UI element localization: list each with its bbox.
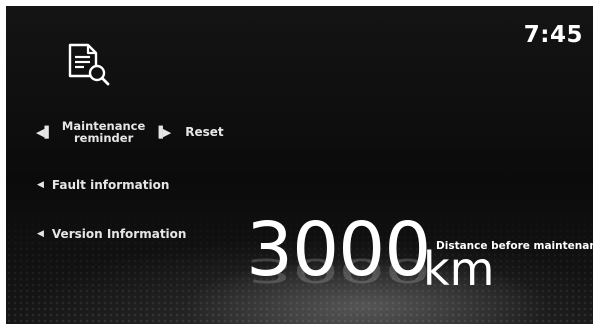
arrow-left-icon[interactable]: ◀▌	[36, 126, 53, 139]
arrow-left-icon: ◀	[37, 180, 44, 190]
distance-label: Distance before maintenance	[436, 240, 593, 252]
clock: 7:45	[523, 22, 583, 48]
maintenance-reminder-label: Maintenance reminder	[62, 120, 145, 144]
maintenance-reminder-row[interactable]: ◀▌ Maintenance reminder ▐▶ Reset	[36, 120, 224, 144]
version-information-label: Version Information	[51, 227, 187, 241]
maintenance-screen: 7:45 ◀▌ Maintenance reminder ▐▶ Reset ◀ …	[0, 0, 597, 328]
display-panel: 7:45 ◀▌ Maintenance reminder ▐▶ Reset ◀ …	[6, 6, 593, 324]
reset-button[interactable]: Reset	[185, 125, 223, 139]
distance-reflection: 3000	[246, 250, 431, 290]
fault-information-row[interactable]: ◀ Fault information	[37, 178, 169, 192]
maintenance-reminder-line2: reminder	[73, 131, 134, 145]
version-information-row[interactable]: ◀ Version Information	[37, 227, 186, 241]
arrow-left-icon: ◀	[37, 229, 44, 239]
fault-information-label: Fault information	[51, 178, 170, 192]
distance-reflection-text: 3000	[246, 250, 431, 290]
arrow-right-icon[interactable]: ▐▶	[154, 126, 171, 139]
document-search-icon	[68, 43, 110, 86]
